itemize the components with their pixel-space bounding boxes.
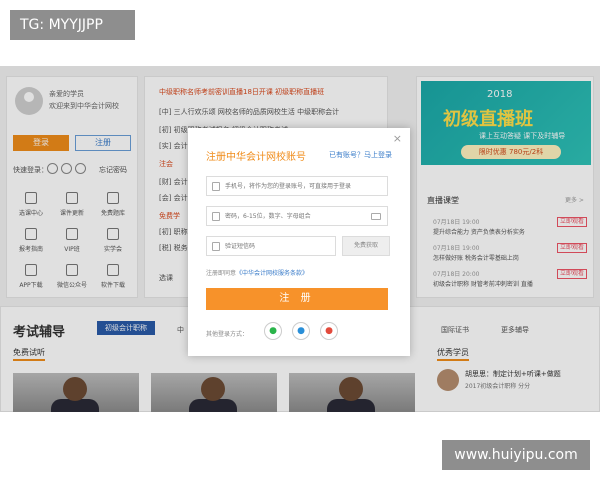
qq-icon[interactable]: ● [292, 322, 310, 340]
keyboard-icon[interactable] [371, 213, 381, 220]
modal-title: 注册中华会计网校账号 [206, 152, 306, 163]
password-field[interactable] [206, 206, 388, 226]
agreement-prefix: 注册即同意 [206, 270, 237, 277]
submit-button[interactable]: 注 册 [206, 288, 388, 310]
phone-icon [212, 182, 220, 191]
code-input[interactable] [225, 240, 325, 252]
lock-icon [212, 212, 220, 221]
agreement-text: 注册即同意《中华会计网校服务条款》 [206, 268, 308, 277]
other-login-label: 其他登录方式： [206, 331, 249, 338]
watermark-top: TG: MYYJJPP [10, 10, 135, 40]
screenshot: TG: MYYJJPP 亲爱的学员 欢迎来到中华会计网校 登录 注册 快速登录：… [0, 0, 600, 480]
weibo-icon[interactable]: ● [320, 322, 338, 340]
password-input[interactable] [225, 210, 375, 222]
phone-field[interactable] [206, 176, 388, 196]
register-modal: × 注册中华会计网校账号 已有账号？马上登录 免费获取 注册即同意《中华会计网校… [188, 128, 410, 356]
get-code-button[interactable]: 免费获取 [342, 236, 390, 256]
message-icon [212, 242, 220, 251]
watermark-bottom: www.huiyipu.com [442, 440, 590, 470]
code-field[interactable] [206, 236, 336, 256]
wechat-icon[interactable]: ● [264, 322, 282, 340]
login-link[interactable]: 已有账号？马上登录 [329, 150, 392, 160]
close-icon[interactable]: × [393, 132, 402, 145]
phone-input[interactable] [225, 180, 375, 192]
terms-link[interactable]: 《中华会计网校服务条款》 [236, 270, 308, 277]
